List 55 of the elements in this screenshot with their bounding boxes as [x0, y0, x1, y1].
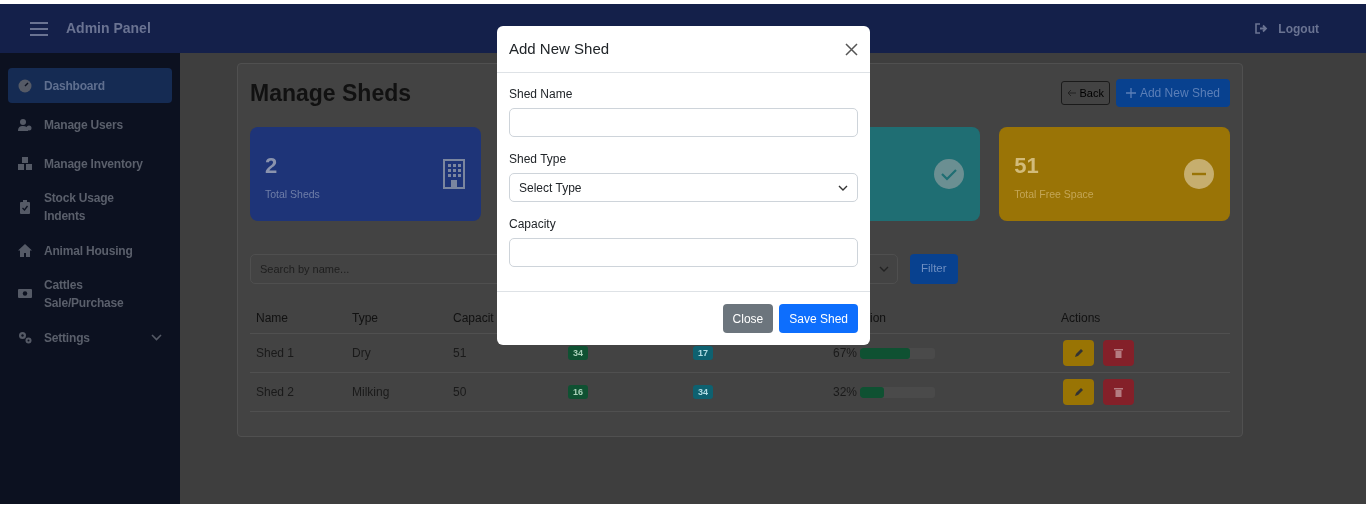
field-label: Capacity: [509, 217, 557, 231]
stat-value: 51: [1014, 154, 1040, 177]
money-icon: [18, 287, 32, 301]
add-shed-button[interactable]: Add New Shed: [1115, 79, 1230, 107]
stat-label: Total Free Space: [1014, 188, 1094, 200]
modal-title: Add New Shed: [509, 38, 610, 59]
count-badge: 16: [568, 385, 588, 399]
delete-button[interactable]: [1103, 340, 1134, 366]
sidebar-item[interactable]: Cattles Sale/Purchase: [8, 272, 172, 316]
close-icon[interactable]: [845, 42, 858, 56]
logout-icon: [1255, 23, 1269, 34]
app-title: Admin Panel: [66, 19, 151, 38]
left-arrow-icon: [1067, 89, 1078, 97]
stat-label: Total Sheds: [265, 188, 320, 200]
chevron-down-icon: [879, 266, 889, 272]
chevron-down-icon: [838, 184, 848, 191]
sidebar-item[interactable]: Dashboard: [8, 68, 172, 103]
filter-button[interactable]: Filter: [910, 254, 958, 284]
clipboard-icon: [18, 200, 32, 214]
count-badge: 34: [568, 346, 588, 360]
count-badge: 17: [693, 346, 713, 360]
delete-button[interactable]: [1103, 379, 1134, 405]
close-button[interactable]: Close: [722, 304, 774, 333]
back-button[interactable]: Back: [1061, 81, 1110, 105]
chevron-down-icon: [151, 334, 162, 341]
logout-link[interactable]: Logout: [1255, 19, 1319, 38]
edit-button[interactable]: [1063, 340, 1094, 366]
trash-icon: [1114, 348, 1123, 358]
gears-icon: [18, 330, 32, 345]
users-icon: [18, 117, 32, 132]
building-icon: [442, 159, 465, 189]
sidebar-item[interactable]: Animal Housing: [8, 233, 172, 268]
shed-type-select[interactable]: Select Type: [509, 173, 858, 202]
pencil-icon: [1073, 348, 1084, 358]
stat-value: 2: [265, 154, 279, 177]
input-field[interactable]: [509, 238, 858, 267]
gauge-icon: [18, 78, 32, 93]
field-label: Shed Name: [509, 87, 574, 101]
boxes-icon: [18, 156, 32, 171]
plus-icon: [1125, 88, 1136, 98]
sidebar-item[interactable]: Stock Usage Indents: [8, 185, 172, 229]
house-icon: [18, 243, 32, 258]
input-field[interactable]: [509, 108, 858, 137]
sidebar-item[interactable]: Manage Users: [8, 107, 172, 142]
save-button[interactable]: Save Shed: [779, 304, 858, 333]
count-badge: 34: [693, 385, 713, 399]
minus-icon: [1184, 159, 1214, 189]
menu-icon[interactable]: [30, 21, 48, 36]
trash-icon: [1114, 387, 1123, 397]
edit-button[interactable]: [1063, 379, 1094, 405]
check-icon: [934, 159, 965, 189]
sidebar-item[interactable]: Manage Inventory: [8, 146, 172, 181]
sidebar-item[interactable]: Settings: [8, 320, 172, 355]
pencil-icon: [1073, 387, 1084, 397]
field-label: Shed Type: [509, 152, 568, 166]
